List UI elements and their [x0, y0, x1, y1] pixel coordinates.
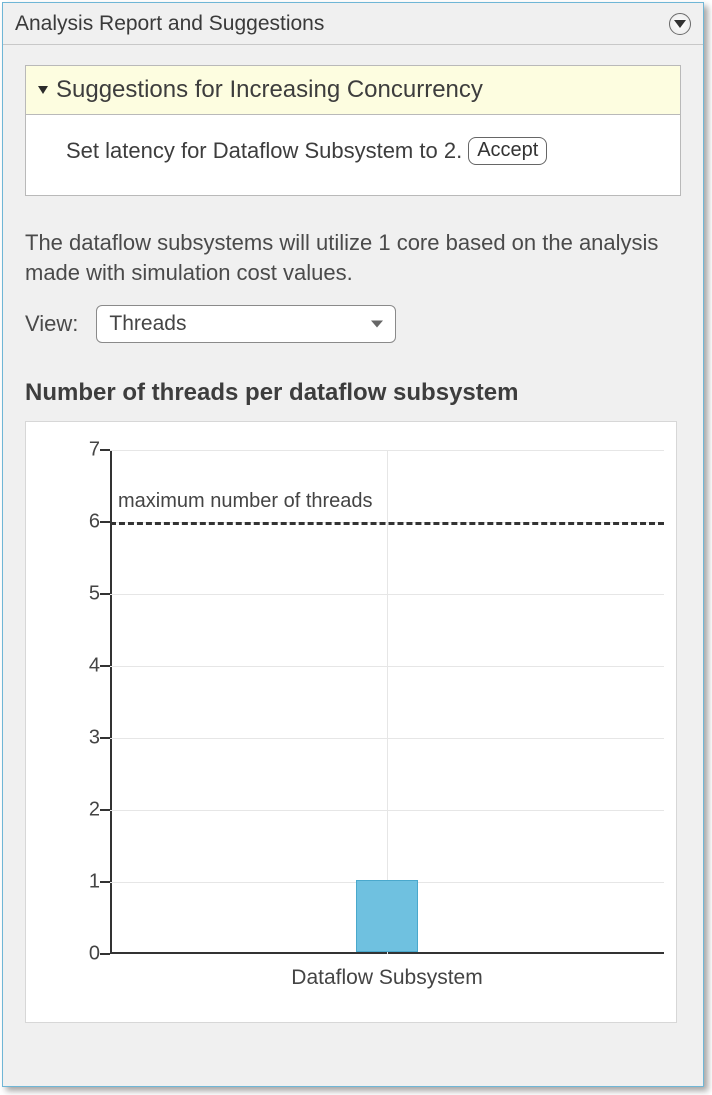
view-select[interactable]: Threads [96, 305, 396, 343]
y-axis [110, 450, 112, 954]
panel-body: Suggestions for Increasing Concurrency S… [3, 45, 703, 1023]
x-category-label: Dataflow Subsystem [291, 966, 482, 990]
reference-line [110, 522, 664, 525]
view-control-row: View: Threads [25, 305, 681, 343]
y-tick-label: 4 [72, 655, 100, 678]
suggestion-item: Set latency for Dataflow Subsystem to 2.… [26, 115, 680, 195]
bar [356, 880, 418, 952]
y-tick [100, 881, 110, 883]
reference-line-label: maximum number of threads [118, 490, 373, 513]
disclosure-triangle-icon [38, 86, 48, 94]
y-tick-label: 3 [72, 727, 100, 750]
y-tick [100, 809, 110, 811]
gridline-vertical [387, 450, 388, 954]
chart-title: Number of threads per dataflow subsystem [25, 379, 681, 407]
accept-button[interactable]: Accept [468, 137, 547, 165]
analysis-description: The dataflow subsystems will utilize 1 c… [25, 228, 681, 287]
y-tick-label: 7 [72, 439, 100, 462]
y-tick-label: 6 [72, 511, 100, 534]
y-tick-label: 5 [72, 583, 100, 606]
y-tick [100, 521, 110, 523]
panel-title: Analysis Report and Suggestions [15, 12, 324, 36]
suggestion-text: Set latency for Dataflow Subsystem to 2. [66, 138, 462, 164]
panel-menu-button[interactable] [669, 13, 691, 35]
chart-card: 0 1 2 3 4 5 6 7 maximum number of threads Dataflo… [25, 421, 677, 1023]
y-tick-label: 2 [72, 799, 100, 822]
y-tick [100, 665, 110, 667]
suggestions-title: Suggestions for Increasing Concurrency [56, 76, 483, 104]
y-tick [100, 953, 110, 955]
view-label: View: [25, 311, 78, 337]
panel-header: Analysis Report and Suggestions [3, 3, 703, 45]
y-tick [100, 737, 110, 739]
analysis-panel: Analysis Report and Suggestions Suggesti… [2, 2, 704, 1087]
chart-plot-area: 01234567maximum number of threadsDataflo… [110, 450, 664, 954]
y-tick-label: 1 [72, 871, 100, 894]
suggestions-section: Suggestions for Increasing Concurrency S… [25, 65, 681, 196]
y-tick [100, 449, 110, 451]
suggestions-header[interactable]: Suggestions for Increasing Concurrency [26, 66, 680, 115]
y-tick [100, 593, 110, 595]
view-select-value: Threads [109, 312, 186, 336]
y-tick-label: 0 [72, 943, 100, 966]
chevron-down-icon [674, 20, 686, 28]
chevron-down-icon [371, 321, 383, 328]
